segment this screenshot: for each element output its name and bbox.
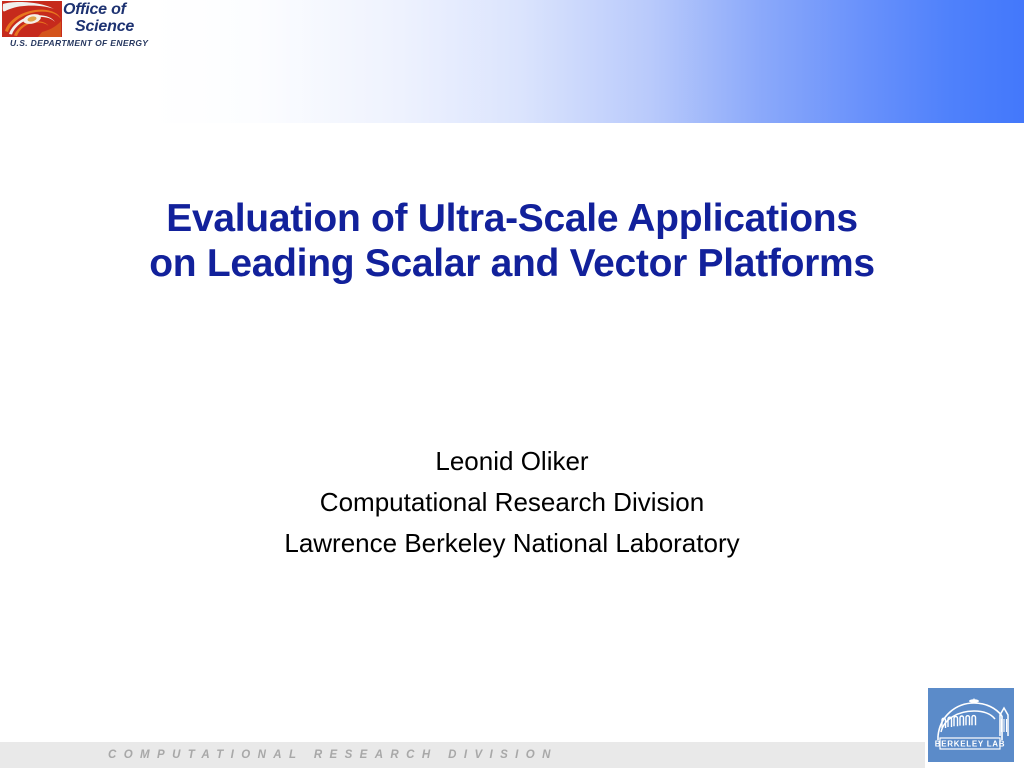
doe-department-label: U.S. DEPARTMENT OF ENERGY — [10, 38, 149, 48]
doe-swirl-icon — [2, 1, 62, 37]
doe-wordmark-line2: Science — [75, 18, 135, 35]
author-institution: Lawrence Berkeley National Laboratory — [284, 528, 740, 558]
title-line-1: Evaluation of Ultra-Scale Applications — [166, 197, 858, 240]
doe-office-of-science-logo: Office of Science U.S. DEPARTMENT OF ENE… — [0, 0, 152, 56]
berkeley-lab-dome-icon: BERKELEY LAB — [928, 688, 1014, 762]
svg-text:BERKELEY LAB: BERKELEY LAB — [935, 740, 1005, 749]
footer-label: COMPUTATIONAL RESEARCH DIVISION — [108, 749, 558, 761]
header-gradient-band — [0, 0, 1024, 123]
title-line-2: on Leading Scalar and Vector Platforms — [149, 242, 875, 285]
author-name: Leonid Oliker — [435, 446, 589, 476]
page-title: Evaluation of Ultra-Scale Applications o… — [62, 196, 962, 286]
doe-wordmark-line1: Office of — [63, 1, 126, 18]
author-division: Computational Research Division — [319, 487, 705, 517]
presentation-slide: Office of Science U.S. DEPARTMENT OF ENE… — [0, 0, 1024, 768]
author-block: Leonid Oliker Computational Research Div… — [62, 441, 962, 564]
doe-wordmark: Office of Science — [63, 1, 151, 37]
berkeley-lab-logo: BERKELEY LAB — [928, 688, 1014, 762]
